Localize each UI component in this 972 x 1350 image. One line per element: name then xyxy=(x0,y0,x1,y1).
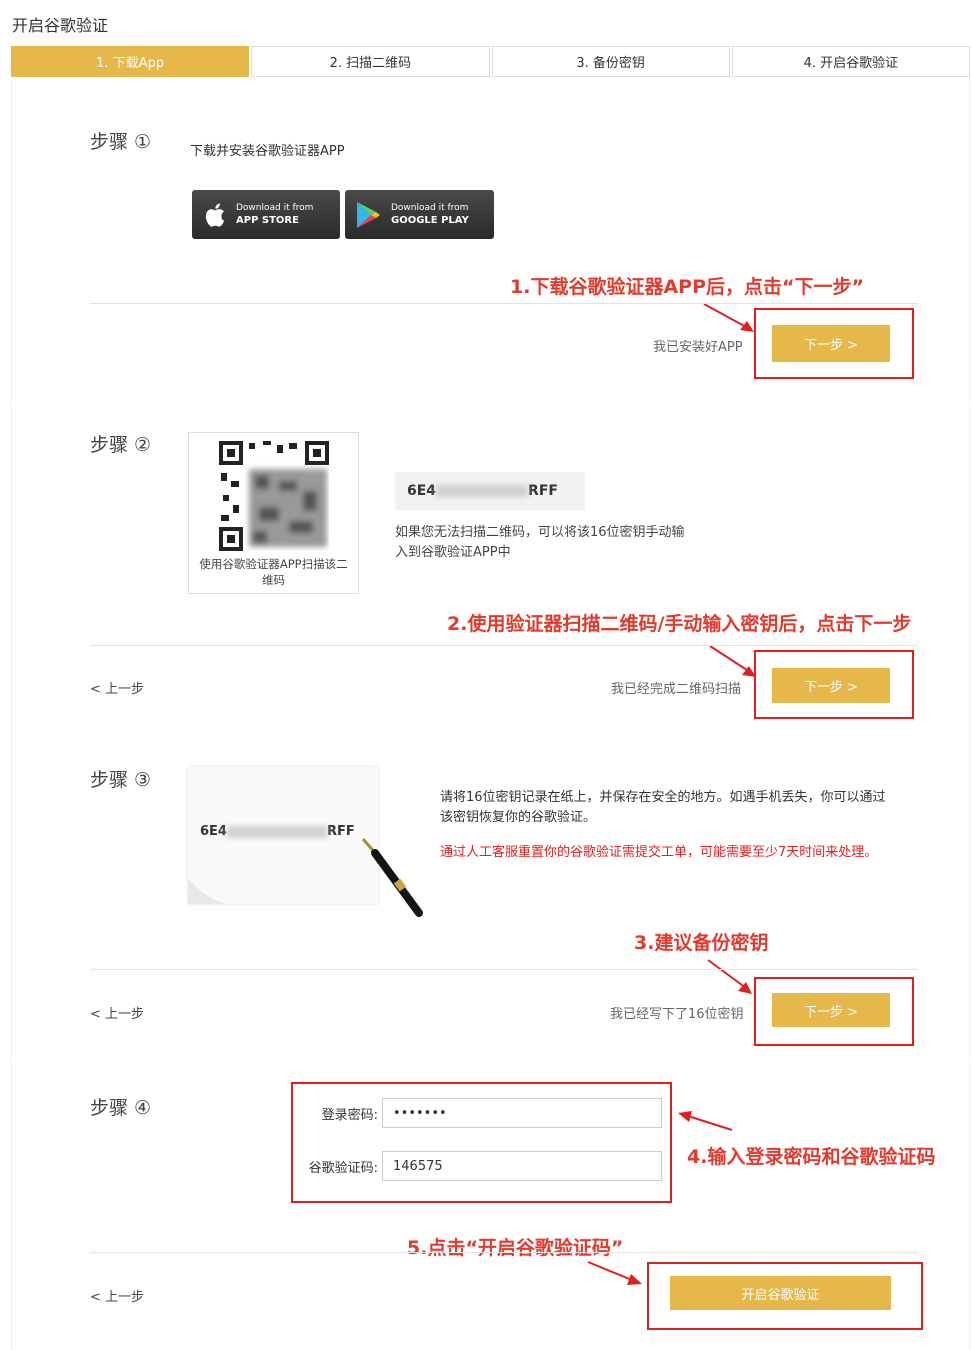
paper-curl xyxy=(188,878,228,904)
annotation-step2: 2.使用验证器扫描二维码/手动输入密钥后，点击下一步 xyxy=(447,613,912,635)
annotation-arrow-4 xyxy=(678,1111,733,1131)
pen-icon xyxy=(361,838,423,917)
annotation-step4: 4.输入登录密码和谷歌验证码 xyxy=(687,1146,936,1168)
step-tabs: 1. 下载App 2. 扫描二维码 3. 备份密钥 4. 开启谷歌验证 xyxy=(11,46,970,77)
google-code-label: 谷歌验证码: xyxy=(308,1160,378,1176)
step4-prev-button[interactable]: < 上一步 xyxy=(90,1286,144,1305)
annotation-step3: 3.建议备份密钥 xyxy=(634,932,769,954)
login-password-input[interactable]: ••••••• xyxy=(382,1098,662,1128)
apple-icon xyxy=(205,203,225,227)
step3-next-button[interactable]: 下一步 > xyxy=(772,993,890,1027)
secret-key-suffix: RFF xyxy=(528,483,558,499)
paper-key-blurred xyxy=(226,825,327,838)
step3-label: 步骤 ③ xyxy=(90,769,152,791)
google-play-small: Download it from xyxy=(391,202,469,213)
tab-backup-key[interactable]: 3. 备份密钥 xyxy=(491,46,730,77)
step2-divider xyxy=(90,645,918,646)
step4-divider xyxy=(90,1252,918,1253)
step1-label: 步骤 ① xyxy=(90,131,152,153)
step1-divider xyxy=(90,303,918,304)
manual-key-hint: 如果您无法扫描二维码，可以将该16位密钥手动输入到谷歌验证APP中 xyxy=(395,525,685,560)
tab-download-app[interactable]: 1. 下载App xyxy=(11,46,250,77)
google-play-big: GOOGLE PLAY xyxy=(391,214,469,226)
step2-prev-button[interactable]: < 上一步 xyxy=(90,678,144,697)
login-password-row: 登录密码: ••••••• xyxy=(298,1098,662,1128)
app-store-big: APP STORE xyxy=(236,214,299,226)
step4-label: 步骤 ④ xyxy=(90,1097,152,1119)
login-password-label: 登录密码: xyxy=(321,1107,378,1123)
step2-confirm-text: 我已经完成二维码扫描 xyxy=(611,682,742,697)
secret-key-blurred xyxy=(436,485,529,497)
backup-paper-illustration: 6E4 RFF xyxy=(188,767,378,904)
annotation-step1: 1.下载谷歌验证器APP后，点击“下一步” xyxy=(510,276,864,298)
reset-warning: 通过人工客服重置你的谷歌验证需提交工单，可能需要至少7天时间来处理。 xyxy=(440,845,878,860)
google-play-button[interactable]: Download it from GOOGLE PLAY xyxy=(345,190,494,239)
step3-confirm-text: 我已经写下了16位密钥 xyxy=(610,1007,744,1022)
google-play-icon xyxy=(357,201,380,228)
page-title: 开启谷歌验证 xyxy=(12,16,109,35)
step3-divider xyxy=(90,969,918,970)
backup-instruction: 请将16位密钥记录在纸上，并保存在安全的地方。如遇手机丢失，你可以通过该密钥恢复… xyxy=(440,790,886,825)
enable-google-auth-button[interactable]: 开启谷歌验证 xyxy=(670,1276,891,1310)
step2-next-button[interactable]: 下一步 > xyxy=(772,668,890,703)
paper-key-prefix: 6E4 xyxy=(200,824,227,839)
step1-confirm-text: 我已安装好APP xyxy=(653,340,743,355)
secret-key-display: 6E4 RFF xyxy=(395,472,585,510)
qr-card: 使用谷歌验证器APP扫描该二维码 xyxy=(188,432,359,594)
step2-label: 步骤 ② xyxy=(90,434,152,456)
google-code-input[interactable]: 146575 xyxy=(382,1151,662,1181)
app-store-button[interactable]: Download it from APP STORE xyxy=(192,190,340,239)
google-code-row: 谷歌验证码: 146575 xyxy=(298,1151,662,1181)
annotation-arrow-1 xyxy=(703,303,754,332)
annotation-arrow-3 xyxy=(707,959,752,994)
paper-key-suffix: RFF xyxy=(326,824,355,839)
step1-desc: 下载并安装谷歌验证器APP xyxy=(190,144,345,159)
paper-key: 6E4 RFF xyxy=(200,824,355,839)
tab-enable-google-auth[interactable]: 4. 开启谷歌验证 xyxy=(731,46,970,77)
secret-key-prefix: 6E4 xyxy=(407,483,437,499)
qr-code-image xyxy=(219,441,329,551)
tab-scan-qr[interactable]: 2. 扫描二维码 xyxy=(251,46,490,77)
qr-caption: 使用谷歌验证器APP扫描该二维码 xyxy=(199,557,348,587)
annotation-arrow-5 xyxy=(587,1261,642,1285)
annotation-step5: 5.点击“开启谷歌验证码” xyxy=(407,1237,624,1259)
step3-prev-button[interactable]: < 上一步 xyxy=(90,1003,144,1022)
app-store-small: Download it from xyxy=(236,202,314,213)
step1-next-button[interactable]: 下一步 > xyxy=(772,325,890,362)
